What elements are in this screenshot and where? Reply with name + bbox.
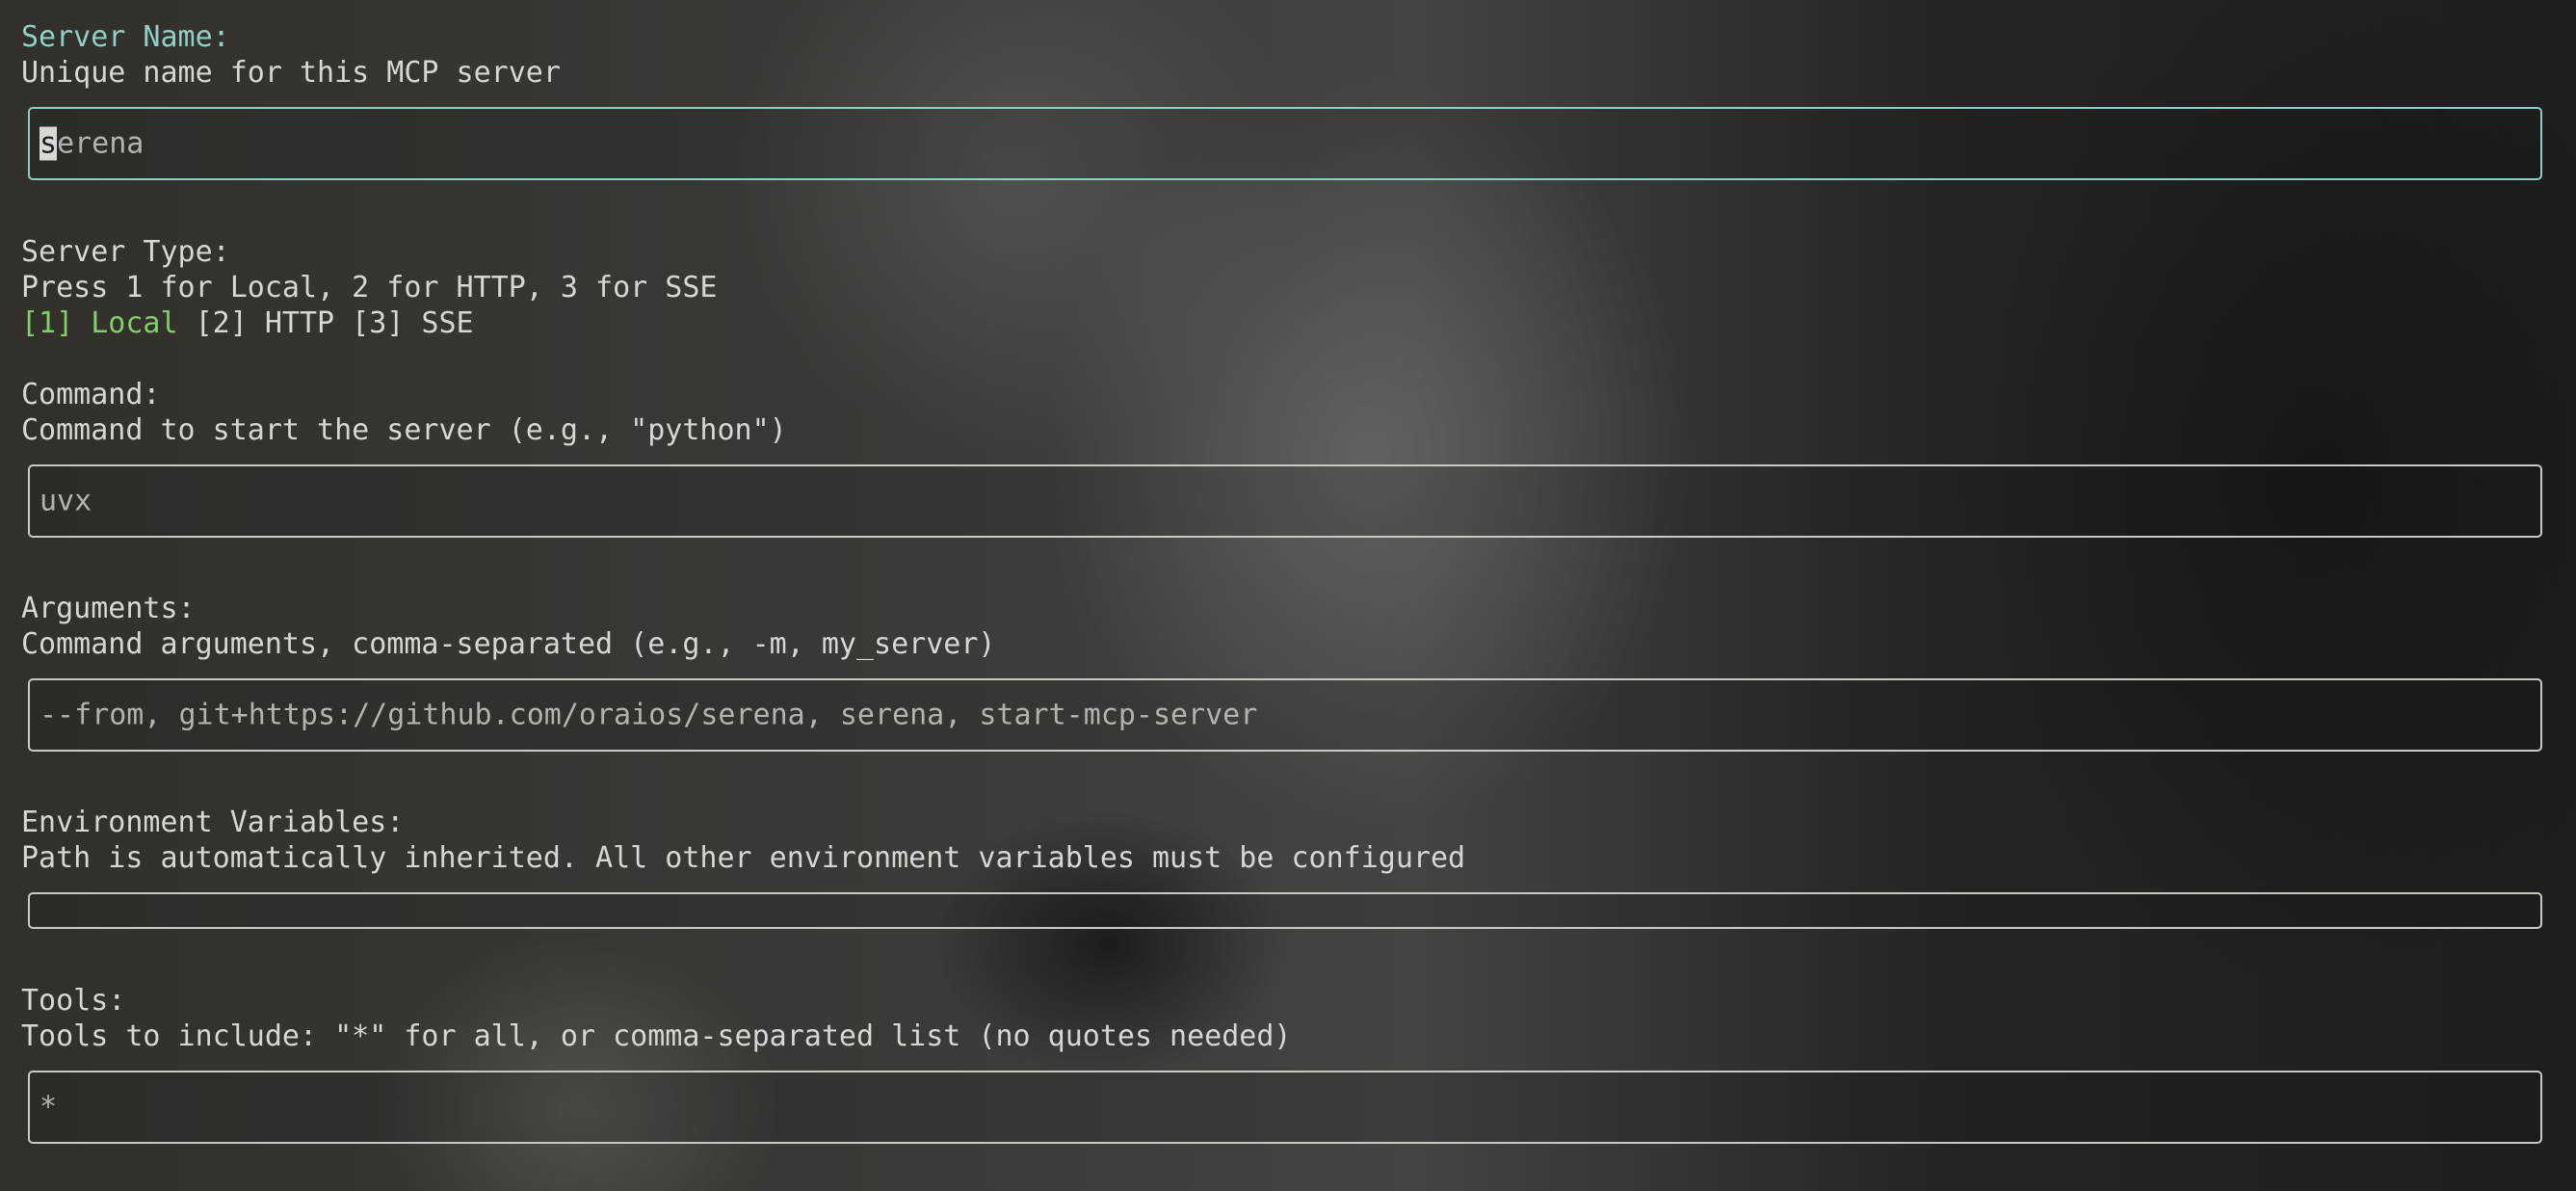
arguments-input[interactable]: --from, git+https://github.com/oraios/se…: [28, 678, 2542, 752]
env-vars-input[interactable]: [28, 892, 2542, 929]
command-description: Command to start the server (e.g., "pyth…: [21, 413, 787, 447]
tools-value: *: [39, 1090, 58, 1125]
server-name-value: serena: [39, 126, 145, 161]
server-name-input[interactable]: serena: [28, 107, 2542, 180]
command-input[interactable]: uvx: [28, 464, 2542, 538]
arguments-label: Arguments:: [21, 592, 196, 625]
server-type-option-others[interactable]: [2] HTTP [3] SSE: [178, 306, 474, 340]
command-label: Command:: [21, 378, 161, 411]
server-name-description: Unique name for this MCP server: [21, 56, 561, 90]
server-type-options[interactable]: [1] Local [2] HTTP [3] SSE: [21, 305, 474, 341]
text-cursor: s: [39, 126, 58, 161]
server-type-label: Server Type:: [21, 235, 230, 269]
tools-input[interactable]: *: [28, 1071, 2542, 1144]
server-name-label: Server Name:: [21, 20, 230, 54]
arguments-value: --from, git+https://github.com/oraios/se…: [39, 698, 1258, 732]
server-type-option-local[interactable]: [1] Local: [21, 306, 178, 340]
arguments-description: Command arguments, comma-separated (e.g.…: [21, 627, 996, 661]
env-vars-description: Path is automatically inherited. All oth…: [21, 841, 1466, 875]
env-vars-label: Environment Variables:: [21, 806, 405, 839]
server-type-description: Press 1 for Local, 2 for HTTP, 3 for SSE: [21, 271, 718, 304]
tools-label: Tools:: [21, 984, 126, 1018]
command-value: uvx: [39, 484, 92, 518]
tools-description: Tools to include: "*" for all, or comma-…: [21, 1019, 1292, 1053]
